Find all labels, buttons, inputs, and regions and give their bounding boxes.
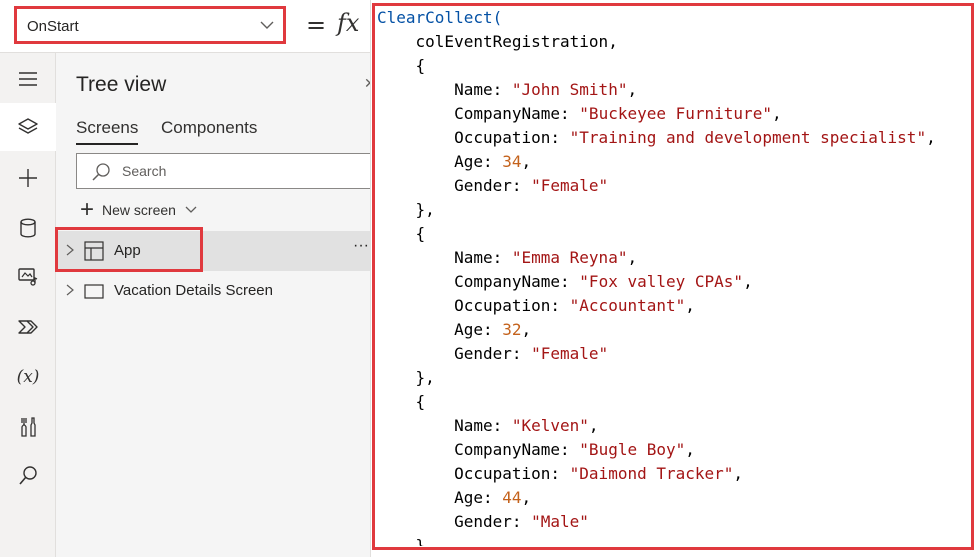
- formula-bar: OnStart = fx: [0, 0, 370, 53]
- more-options-icon[interactable]: ···: [353, 237, 369, 255]
- left-rail: (x): [0, 53, 56, 557]
- tree-item-vacation-details-screen[interactable]: Vacation Details Screen: [56, 271, 370, 311]
- property-dropdown-value: OnStart: [27, 18, 79, 35]
- search-icon: [92, 163, 110, 181]
- fx-icon[interactable]: fx: [337, 9, 359, 37]
- tree-view-panel: Tree view ✕ Screens Components Search + …: [56, 53, 376, 557]
- search-icon[interactable]: [0, 452, 56, 500]
- tree-item-label: Vacation Details Screen: [114, 282, 273, 299]
- search-input[interactable]: Search: [76, 153, 374, 189]
- hamburger-menu-icon[interactable]: [0, 55, 56, 103]
- new-screen-label: New screen: [102, 202, 176, 218]
- tools-icon[interactable]: [0, 403, 56, 451]
- app-highlight-box: [55, 227, 203, 272]
- plus-icon[interactable]: [0, 154, 56, 202]
- search-placeholder: Search: [122, 163, 167, 179]
- tab-components[interactable]: Components: [161, 118, 257, 138]
- equals-sign: =: [306, 11, 327, 39]
- screen-icon: [84, 284, 104, 299]
- editor-highlight-box: [372, 3, 974, 550]
- variables-icon[interactable]: (x): [0, 353, 56, 401]
- property-dropdown[interactable]: OnStart: [14, 6, 286, 44]
- panel-title: Tree view: [76, 73, 167, 96]
- database-icon[interactable]: [0, 204, 56, 252]
- plus-icon: +: [80, 196, 95, 223]
- power-automate-icon[interactable]: [0, 303, 56, 351]
- layers-icon[interactable]: [0, 103, 56, 151]
- tab-screens[interactable]: Screens: [76, 118, 138, 138]
- chevron-down-icon: [185, 206, 197, 213]
- active-tab-indicator: [76, 143, 138, 145]
- chevron-right-icon[interactable]: [64, 283, 76, 297]
- chevron-down-icon: [260, 21, 274, 29]
- media-icon[interactable]: [0, 253, 56, 301]
- new-screen-button[interactable]: + New screen: [80, 196, 198, 223]
